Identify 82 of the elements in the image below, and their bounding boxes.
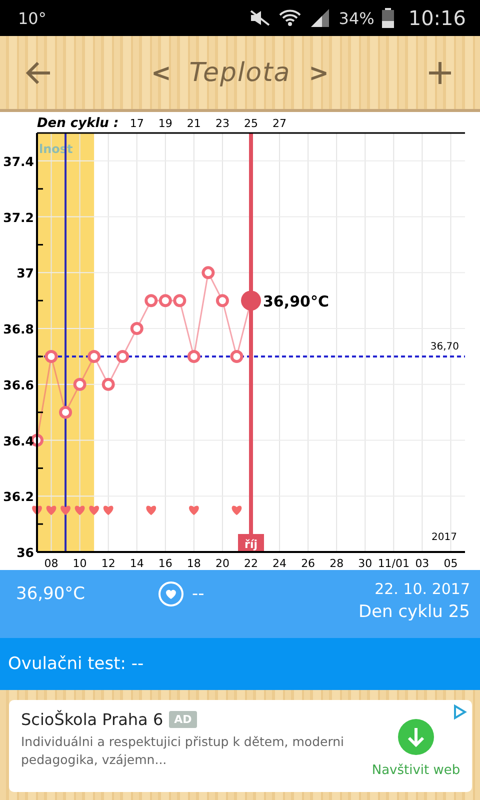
ovulation-test: Ovulačni test: -- <box>8 654 144 674</box>
ad-badge: AD <box>169 711 197 728</box>
cycle-day: Den cyklu 25 <box>358 602 470 622</box>
y-tick-label: 37.4 <box>3 154 34 169</box>
temperature-point <box>158 294 172 308</box>
heart-marker <box>146 506 156 516</box>
cycle-day-tick: 25 <box>244 117 258 130</box>
intercourse-value: -- <box>192 584 204 604</box>
selected-value: 36,90°C <box>263 292 329 311</box>
x-tick-label: 26 <box>301 557 316 570</box>
x-tick-label: 11/01 <box>378 557 410 570</box>
ad-card[interactable]: ScioŠkola Praha 6 AD Individuálni a respektujici přistup k dětem, moderni pedagogika, vzájemn... Navštivit web <box>9 700 472 792</box>
temperature-point <box>230 350 244 363</box>
heart-marker <box>189 506 199 516</box>
wifi-icon <box>278 9 301 27</box>
cycle-day-tick: 23 <box>215 117 230 130</box>
selected-point <box>241 290 261 311</box>
x-tick-label: 24 <box>272 557 287 570</box>
month-badge <box>238 534 264 552</box>
cycle-day-tick: 21 <box>186 117 201 130</box>
x-tick-label: 14 <box>130 557 144 570</box>
temperature-point <box>59 406 72 419</box>
heart-marker <box>60 506 70 516</box>
ad-choices-icon[interactable] <box>452 704 468 720</box>
year-label: 2017 <box>432 532 457 543</box>
add-icon[interactable] <box>428 60 452 84</box>
signal-icon <box>308 9 331 27</box>
weather-temperature: 10° <box>18 8 46 28</box>
temperature-point <box>144 294 158 308</box>
clock: 10:16 <box>408 6 466 30</box>
cycle-day-tick: 17 <box>130 117 144 130</box>
temperature-point <box>102 378 115 391</box>
x-tick-label: 08 <box>44 557 58 570</box>
x-tick-label: 28 <box>330 557 344 570</box>
heart-marker <box>32 506 42 516</box>
date: 22. 10. 2017 <box>374 580 470 598</box>
mute-icon <box>248 10 271 26</box>
screen-title: Teplota <box>189 58 291 88</box>
y-tick-label: 37.2 <box>3 210 34 225</box>
temperature-point <box>216 294 229 308</box>
temperature-point <box>88 350 101 363</box>
cycle-day-tick: 19 <box>158 117 172 130</box>
heart-marker <box>232 506 242 516</box>
battery-percent: 34% <box>338 8 374 28</box>
next-button[interactable]: > <box>304 58 333 86</box>
x-tick-label: 05 <box>444 557 458 570</box>
coverline-label: 36,70 <box>430 341 459 352</box>
y-tick-label: 36.2 <box>3 489 34 504</box>
cycle-day-label: Den cyklu : <box>37 116 119 131</box>
x-tick-label: 20 <box>215 557 230 570</box>
temperature-point <box>173 294 186 308</box>
temperature-value: 36,90°C <box>16 584 86 604</box>
back-arrow-icon[interactable] <box>26 62 52 84</box>
x-tick-label: 18 <box>186 557 201 570</box>
battery-icon <box>382 8 394 28</box>
heart-marker <box>103 506 114 516</box>
temperature-point <box>202 266 215 280</box>
ad-title: ScioŠkola Praha 6 <box>21 710 164 729</box>
temperature-point <box>116 350 130 363</box>
temperature-point <box>130 322 144 336</box>
temperature-point <box>73 378 86 391</box>
ref-line-label: říj <box>244 538 258 551</box>
x-tick-label: 03 <box>415 557 430 570</box>
ad-description: Individuálni a respektujici přistup k dětem, moderni pedagogika, vzájemn... <box>21 733 346 770</box>
temperature-point <box>187 350 200 363</box>
x-tick-label: 16 <box>158 557 172 570</box>
cycle-day-tick: 27 <box>272 117 287 130</box>
temperature-point <box>44 350 58 363</box>
x-tick-label: 22 <box>244 557 258 570</box>
heart-marker <box>46 506 56 516</box>
y-tick-label: 37 <box>16 266 34 281</box>
y-tick-label: 36.8 <box>3 322 34 337</box>
x-tick-label: 10 <box>72 557 87 570</box>
x-tick-label: 12 <box>101 557 116 570</box>
heart-marker <box>74 506 85 516</box>
y-tick-label: 36.6 <box>3 377 34 392</box>
visit-website-link[interactable]: Navštivit web <box>372 762 460 778</box>
heart-marker <box>89 506 99 516</box>
x-tick-label: 30 <box>358 557 372 570</box>
previous-button[interactable]: < <box>147 58 176 86</box>
download-icon[interactable] <box>398 718 434 754</box>
y-tick-label: 36 <box>16 545 34 560</box>
